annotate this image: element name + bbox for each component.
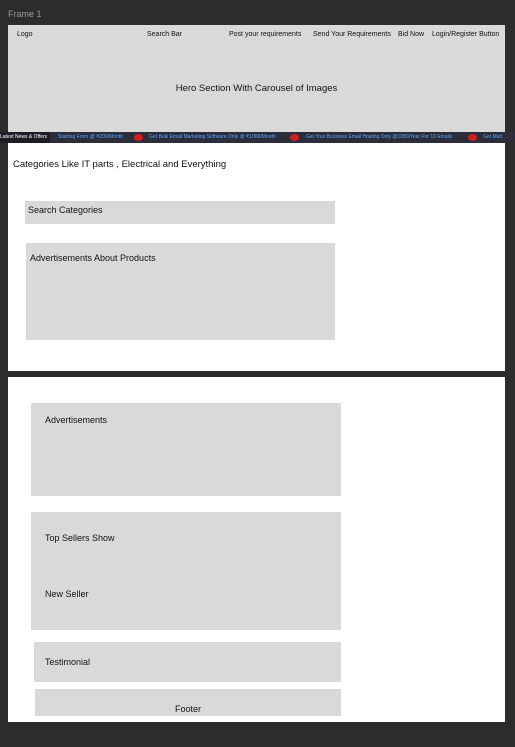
- top-sellers-label: Top Sellers Show: [45, 533, 115, 543]
- post-requirements-link[interactable]: Post your requirements: [229, 31, 301, 38]
- ticker-item[interactable]: Get Bulk Email Marketing Software Only @…: [149, 132, 276, 143]
- bid-now-link[interactable]: Bid Now: [398, 31, 424, 38]
- categories-heading: Categories Like IT parts , Electrical an…: [13, 159, 227, 170]
- search-categories-input[interactable]: Search Categories: [25, 201, 335, 224]
- advertisements-box[interactable]: Advertisements: [31, 403, 341, 496]
- search-bar[interactable]: Search Bar: [147, 31, 182, 38]
- page-bottom-section: Advertisements Top Sellers Show New Sell…: [8, 377, 505, 722]
- ticker-item[interactable]: Get Your Business Email Hosting Only @10…: [306, 132, 452, 143]
- ticker-item[interactable]: Get Mult: [483, 132, 502, 143]
- footer-label: Footer: [174, 704, 201, 714]
- page-top-section: Logo Search Bar Post your requirements S…: [0, 25, 515, 371]
- logo[interactable]: Logo: [17, 31, 33, 38]
- offer-badge-icon: [134, 134, 143, 141]
- offer-badge-icon: [290, 134, 299, 141]
- hero-section: Logo Search Bar Post your requirements S…: [8, 25, 505, 143]
- product-ads-box[interactable]: Advertisements About Products: [26, 243, 335, 340]
- send-requirements-link[interactable]: Send Your Requirements: [313, 31, 391, 38]
- advertisements-label: Advertisements: [45, 415, 108, 425]
- login-register-button[interactable]: Login/Register Button: [432, 31, 499, 38]
- frame-label: Frame 1: [8, 9, 42, 19]
- testimonial-box[interactable]: Testimonial: [34, 642, 341, 682]
- search-categories-label: Search Categories: [28, 205, 103, 215]
- footer: Footer: [35, 689, 341, 716]
- offer-badge-icon: [468, 134, 477, 141]
- ticker-lead: Latest News & Offers: [0, 132, 51, 143]
- testimonial-label: Testimonial: [45, 657, 91, 667]
- ticker-item[interactable]: Starting From @ ₹200/Month: [58, 132, 123, 143]
- news-ticker: Latest News & Offers Starting From @ ₹20…: [0, 132, 515, 143]
- hero-carousel-title: Hero Section With Carousel of Images: [175, 83, 338, 94]
- new-seller-label: New Seller: [45, 589, 89, 599]
- product-ads-label: Advertisements About Products: [30, 253, 156, 263]
- sellers-box[interactable]: Top Sellers Show New Seller: [31, 512, 341, 630]
